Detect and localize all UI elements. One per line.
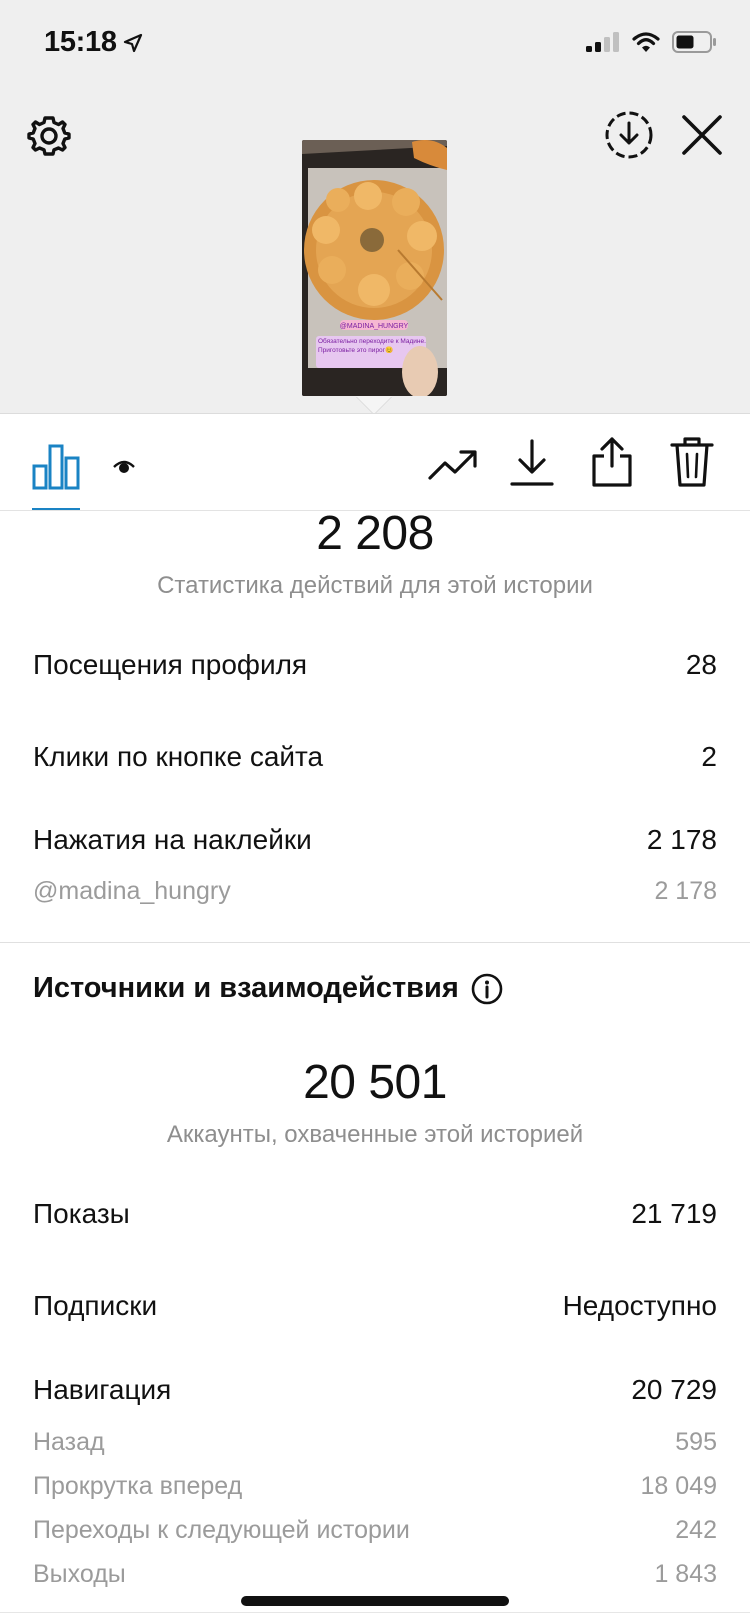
reach-total: 20 501 <box>303 1056 447 1109</box>
story-thumbnail[interactable]: @MADINA_HUNGRY Обязательно переходите к … <box>302 140 447 396</box>
signal-icon <box>586 32 619 52</box>
save-story-icon[interactable] <box>604 110 654 160</box>
stat-label: Показы <box>33 1198 130 1229</box>
stat-value: 28 <box>685 649 717 680</box>
time-text: 15:18 <box>44 26 117 58</box>
stat-value: 21 719 <box>631 1198 717 1229</box>
share-icon[interactable] <box>590 436 634 488</box>
stat-value: 2 178 <box>646 824 717 855</box>
stat-label: Подписки <box>33 1290 158 1321</box>
stat-row-follows: Подписки Недоступно <box>33 1290 717 1322</box>
stat-value: 2 178 <box>654 877 717 905</box>
stat-row-website-clicks: Клики по кнопке сайта 2 <box>33 741 717 773</box>
battery-icon <box>672 31 716 53</box>
stat-row-impressions: Показы 21 719 <box>33 1198 717 1230</box>
stat-subrow-next-story: Переходы к следующей истории 242 <box>33 1516 717 1545</box>
close-icon[interactable] <box>680 113 724 157</box>
stat-label: Назад <box>33 1428 105 1456</box>
wifi-icon <box>632 32 660 52</box>
interactions-total: 2 208 <box>316 507 434 560</box>
section-divider <box>0 942 750 943</box>
promote-trend-icon[interactable] <box>428 444 478 486</box>
stat-subrow-forward: Прокрутка вперед 18 049 <box>33 1472 717 1501</box>
stat-subrow-mention: @madina_hungry 2 178 <box>33 877 717 906</box>
viewers-eye-icon[interactable] <box>112 458 136 476</box>
insights-toolbar <box>0 414 750 510</box>
location-arrow-icon <box>123 33 142 52</box>
stat-label: @madina_hungry <box>33 877 231 905</box>
home-indicator[interactable] <box>241 1596 509 1606</box>
stat-row-navigation: Навигация 20 729 <box>33 1374 717 1406</box>
stat-value: 20 729 <box>631 1374 717 1405</box>
stat-label: Навигация <box>33 1374 172 1405</box>
delete-trash-icon[interactable] <box>670 436 714 488</box>
stat-label: Прокрутка вперед <box>33 1472 243 1500</box>
settings-gear-icon[interactable] <box>26 112 72 158</box>
section-title-text: Источники и взаимодействия <box>33 972 459 1004</box>
insights-chart-icon[interactable] <box>32 442 80 490</box>
stat-row-sticker-taps: Нажатия на наклейки 2 178 <box>33 824 717 856</box>
thumbnail-pointer <box>356 396 392 414</box>
info-icon[interactable] <box>471 973 503 1005</box>
stat-subrow-exits: Выходы 1 843 <box>33 1560 717 1589</box>
stat-value: 1 843 <box>654 1560 717 1588</box>
story-preview-area: 15:18 @MADINA_HUNGRY Обязательно переход… <box>0 0 750 414</box>
stat-value: 595 <box>675 1428 717 1456</box>
stat-label: Клики по кнопке сайта <box>33 741 324 772</box>
stat-label: Переходы к следующей истории <box>33 1516 410 1544</box>
download-icon[interactable] <box>510 438 554 488</box>
status-bar: 15:18 <box>0 0 750 88</box>
stat-label: Выходы <box>33 1560 126 1588</box>
status-time: 15:18 <box>44 26 143 59</box>
stat-value: 18 049 <box>640 1472 717 1500</box>
stat-subrow-back: Назад 595 <box>33 1428 717 1457</box>
sticker-mention: @MADINA_HUNGRY <box>340 323 409 330</box>
reach-caption: Аккаунты, охваченные этой историей <box>166 1121 584 1148</box>
discovery-section-title: Источники и взаимодействия <box>33 972 503 1005</box>
stat-value: 242 <box>675 1516 717 1544</box>
stat-value: Недоступно <box>562 1290 717 1321</box>
story-image: @MADINA_HUNGRY Обязательно переходите к … <box>302 140 447 396</box>
interactions-caption: Статистика действий для этой истории <box>157 572 593 599</box>
stat-row-profile-visits: Посещения профиля 28 <box>33 649 717 681</box>
stat-label: Нажатия на наклейки <box>33 824 312 855</box>
stat-value: 2 <box>701 741 717 772</box>
bottom-divider <box>0 1612 750 1613</box>
stat-label: Посещения профиля <box>33 649 308 680</box>
